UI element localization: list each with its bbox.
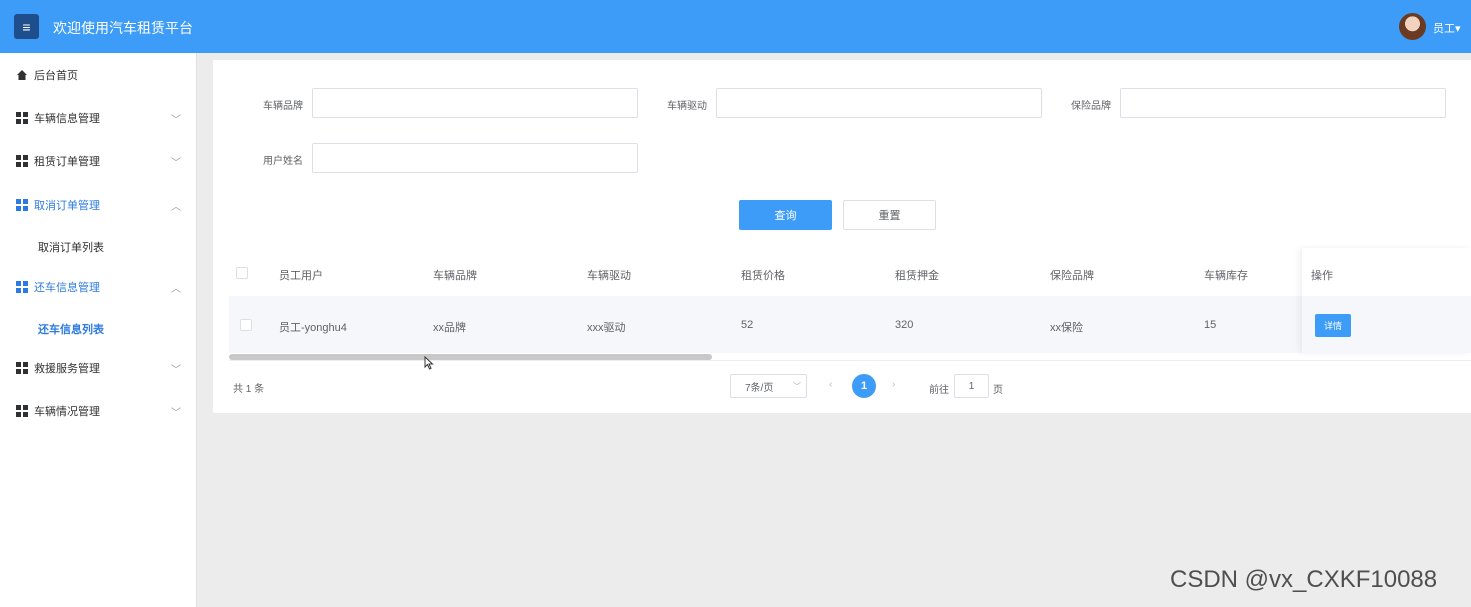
row-checkbox[interactable] [240, 319, 252, 331]
user-menu[interactable]: 员工▾ [1433, 20, 1461, 36]
column-header[interactable]: 员工用户 [279, 267, 323, 283]
mouse-cursor-icon [424, 356, 434, 370]
chevron-down-icon: ﹀ [171, 114, 181, 126]
column-header[interactable]: 租赁押金 [895, 267, 939, 283]
sidebar-subitem-cancel-order-list[interactable]: 取消订单列表 [38, 239, 104, 255]
page-size-value: 7条/页 [745, 382, 774, 394]
column-header[interactable]: 车辆品牌 [433, 267, 477, 283]
brand-input[interactable] [312, 88, 638, 118]
avatar[interactable] [1399, 13, 1426, 40]
query-button[interactable]: 查询 [739, 200, 832, 230]
username-input[interactable] [312, 143, 638, 173]
table-cell: xx保险 [1050, 322, 1083, 334]
grid-icon [16, 199, 28, 211]
watermark: CSDN @vx_CXKF10088 [1170, 566, 1438, 593]
page-number-current[interactable]: 1 [852, 374, 876, 398]
drive-input[interactable] [716, 88, 1042, 118]
sidebar-item-cancel-orders[interactable]: 取消订单管理 ︿ [0, 193, 197, 217]
insurance-label: 保险品牌 [1071, 101, 1111, 112]
sidebar-item-rental-orders[interactable]: 租赁订单管理 ﹀ [0, 149, 197, 173]
username-label: 用户姓名 [263, 156, 303, 167]
sidebar-item-vehicle-status[interactable]: 车辆情况管理 ﹀ [0, 399, 197, 423]
chevron-up-icon: ︿ [171, 201, 181, 213]
total-count: 共 1 条 [233, 384, 265, 395]
chevron-down-icon: ﹀ [171, 157, 181, 169]
drive-label: 车辆驱动 [667, 101, 707, 112]
table-row[interactable] [229, 296, 1471, 353]
select-all-checkbox[interactable] [236, 267, 248, 279]
content-panel: 车辆品牌 车辆驱动 保险品牌 用户姓名 查询 重置 员工用户 车辆品牌 车辆驱动… [213, 60, 1471, 413]
page-size-select[interactable]: 7条/页 ﹀ [730, 374, 807, 398]
column-header[interactable]: 车辆库存 [1204, 267, 1248, 283]
divider [229, 360, 1471, 361]
grid-icon [16, 112, 28, 124]
hamburger-icon[interactable]: ≡ [14, 14, 39, 39]
sidebar-subitem-return-info-list[interactable]: 还车信息列表 [38, 321, 104, 337]
app-title: 欢迎使用汽车租赁平台 [53, 20, 193, 36]
column-header[interactable]: 租赁价格 [741, 267, 785, 283]
grid-icon [16, 405, 28, 417]
sidebar-item-label: 车辆情况管理 [34, 406, 100, 418]
grid-icon [16, 155, 28, 167]
sidebar-item-return-info[interactable]: 还车信息管理 ︿ [0, 275, 197, 299]
home-icon [17, 70, 27, 80]
table-cell: 52 [741, 319, 754, 331]
sidebar-item-label: 救援服务管理 [34, 363, 100, 375]
sidebar-item-label: 车辆信息管理 [34, 113, 100, 125]
next-page-icon[interactable]: › [892, 379, 895, 390]
table-cell: 15 [1204, 319, 1217, 331]
chevron-down-icon: ﹀ [171, 407, 181, 419]
table-cell: 320 [895, 319, 914, 331]
sidebar-item-label: 后台首页 [34, 70, 78, 82]
prev-page-icon[interactable]: ‹ [829, 379, 832, 390]
user-label: 员工 [1433, 23, 1455, 35]
insurance-input[interactable] [1120, 88, 1446, 118]
column-header[interactable]: 车辆驱动 [587, 267, 631, 283]
table-cell: xx品牌 [433, 322, 466, 334]
column-header[interactable]: 保险品牌 [1050, 267, 1094, 283]
goto-suffix: 页 [993, 385, 1003, 396]
grid-icon [16, 281, 28, 293]
chevron-down-icon: ﹀ [793, 381, 801, 391]
sidebar: 后台首页 车辆信息管理 ﹀ 租赁订单管理 ﹀ 取消订单管理 ︿ 取消订单列表 还… [0, 53, 197, 607]
table-cell: 员工-yonghu4 [279, 322, 347, 334]
goto-label: 前往 [929, 385, 949, 396]
chevron-down-icon: ﹀ [171, 364, 181, 376]
sidebar-item-home[interactable]: 后台首页 [0, 63, 197, 87]
top-header: ≡ 欢迎使用汽车租赁平台 员工▾ [0, 0, 1471, 53]
grid-icon [16, 362, 28, 374]
sidebar-item-vehicle-info[interactable]: 车辆信息管理 ﹀ [0, 106, 197, 130]
chevron-up-icon: ︿ [171, 283, 181, 295]
sidebar-item-label: 租赁订单管理 [34, 156, 100, 168]
sidebar-item-label: 取消订单管理 [34, 200, 100, 212]
column-header: 操作 [1311, 270, 1333, 282]
detail-button[interactable]: 详情 [1315, 314, 1351, 337]
table-cell: xxx驱动 [587, 322, 626, 334]
brand-label: 车辆品牌 [263, 101, 303, 112]
reset-button[interactable]: 重置 [843, 200, 936, 230]
sidebar-item-label: 还车信息管理 [34, 282, 100, 294]
sidebar-item-rescue-service[interactable]: 救援服务管理 ﹀ [0, 356, 197, 380]
fixed-action-column [1302, 248, 1471, 353]
goto-page-input[interactable]: 1 [954, 374, 989, 398]
chevron-down-icon: ▾ [1455, 23, 1461, 35]
